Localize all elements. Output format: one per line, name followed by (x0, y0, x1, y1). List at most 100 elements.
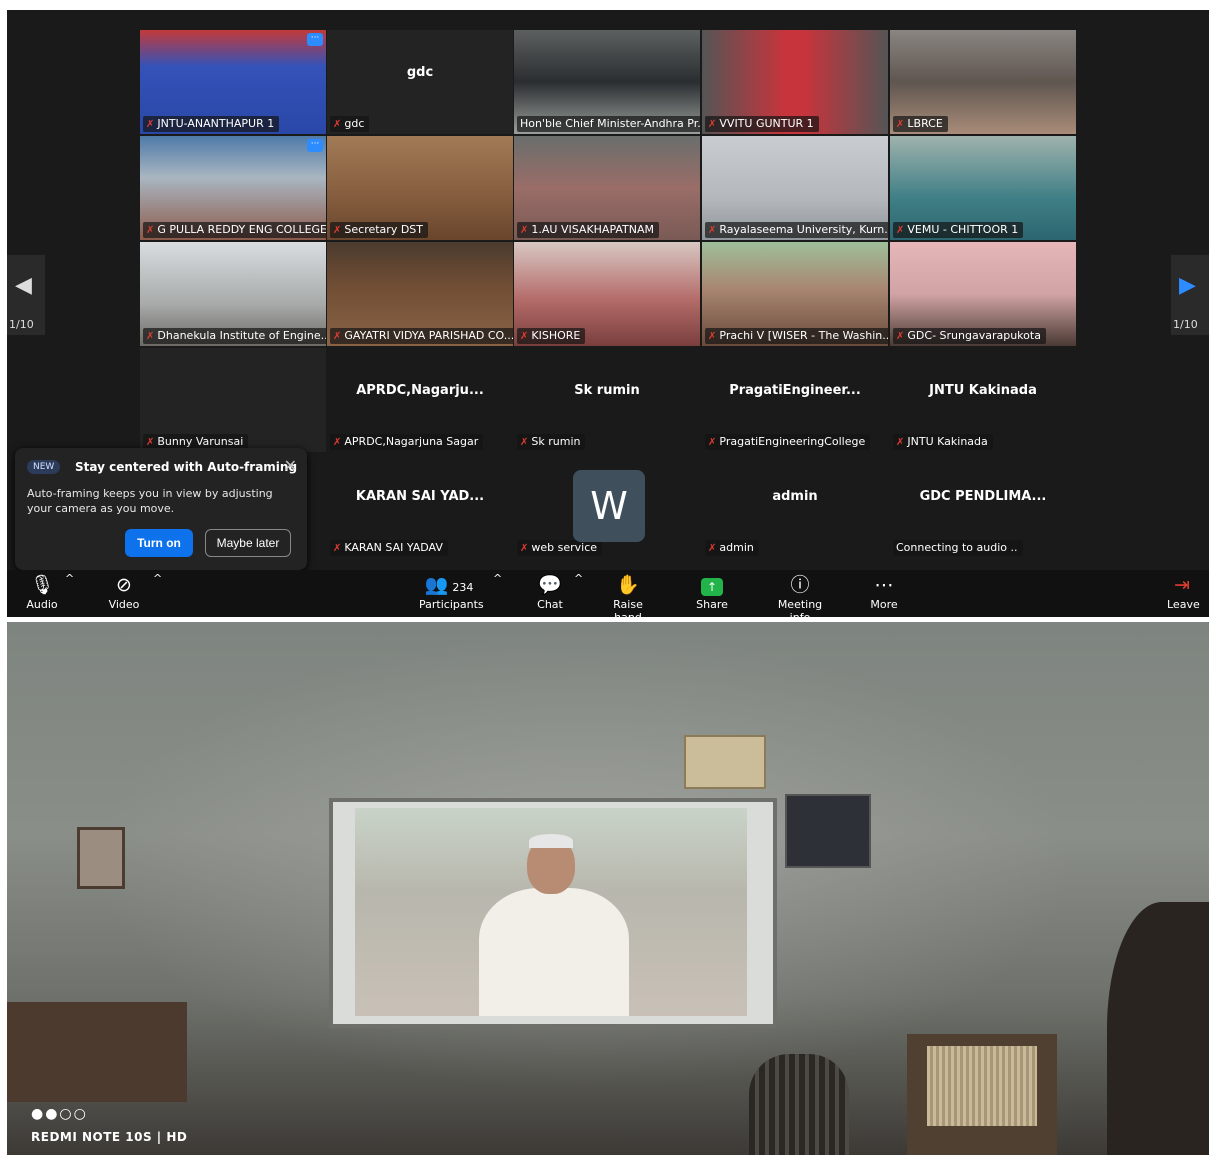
zoom-meeting-window: ··· ✗ JNTU-ANANTHAPUR 1 gdc ✗ gdc Hon'ble … (7, 10, 1209, 617)
share-button[interactable]: ↑ Share (695, 572, 729, 611)
mic-muted-icon: ✗ (896, 437, 905, 448)
participant-status: Connecting to audio .. (896, 541, 1018, 554)
next-page-button[interactable]: ▶ 1/10 (1171, 255, 1209, 335)
mic-muted-icon: ✗ (708, 331, 717, 342)
camera-logo-dots: ●●○○ (31, 1106, 88, 1122)
mic-muted-icon: ✗ (896, 225, 905, 236)
participant-tile[interactable]: ✗ Dhanekula Institute of Engine... (140, 242, 326, 346)
participants-label: Participants (419, 598, 484, 611)
participant-name: G PULLA REDDY ENG COLLEGE (157, 223, 326, 236)
participant-tile[interactable]: gdc ✗ gdc (327, 30, 513, 134)
participant-name: VEMU - CHITTOOR 1 (907, 223, 1019, 236)
chair (907, 1034, 1057, 1155)
video-button[interactable]: ⊘ Video (107, 572, 141, 611)
maybe-later-button[interactable]: Maybe later (205, 529, 291, 557)
participant-tile[interactable]: ✗ LBRCE (890, 30, 1076, 134)
participant-tile[interactable]: admin ✗ admin (702, 454, 888, 558)
chat-button[interactable]: 💬 Chat (535, 572, 565, 611)
mic-muted-icon: ✗ (146, 331, 155, 342)
page-indicator: 1/10 (1173, 318, 1198, 331)
leave-button[interactable]: ⇥ Leave (1167, 572, 1200, 611)
participant-tile[interactable]: ✗ 1.AU VISAKHAPATNAM (514, 136, 700, 240)
participant-tile[interactable]: ✗ VVITU GUNTUR 1 (702, 30, 888, 134)
participant-count: 234 (452, 581, 474, 594)
participant-name: Sk rumin (531, 435, 581, 448)
participant-name: KISHORE (531, 329, 581, 342)
chevron-right-icon: ▶ (1179, 273, 1196, 298)
participants-button[interactable]: 👥 234 Participants (419, 572, 484, 611)
mic-muted-icon: ✗ (896, 119, 905, 130)
meeting-info-label: Meeting info (777, 598, 823, 617)
mic-muted-icon: ✗ (333, 119, 342, 130)
participant-tile[interactable]: Sk rumin ✗ Sk rumin (514, 348, 700, 452)
leave-icon: ⇥ (1174, 574, 1190, 596)
raise-hand-button[interactable]: ✋ Raise hand (601, 572, 655, 617)
participant-tile[interactable]: PragatiEngineer... ✗ PragatiEngineeringCo… (702, 348, 888, 452)
new-badge: NEW (27, 460, 61, 474)
raise-hand-label: Raise hand (613, 598, 643, 617)
participant-tile[interactable]: ··· ✗ JNTU-ANANTHAPUR 1 (140, 30, 326, 134)
participant-display-name: PragatiEngineer... (729, 382, 861, 398)
participant-tile[interactable]: ✗ Secretary DST (327, 136, 513, 240)
share-label: Share (696, 598, 728, 611)
mic-muted-icon: ✗ (333, 331, 342, 342)
camera-watermark: REDMI NOTE 10S | HD (31, 1130, 188, 1144)
participant-tile[interactable]: APRDC,Nagarju... ✗ APRDC,Nagarjuna Sagar (327, 348, 513, 452)
participant-tile[interactable]: ✗ GDC- Srungavarapukota (890, 242, 1076, 346)
more-options-icon[interactable]: ··· (307, 139, 323, 152)
close-icon[interactable]: ✕ (284, 456, 297, 475)
auto-framing-popup: NEW Stay centered with Auto-framing ✕ Au… (15, 448, 307, 570)
more-label: More (870, 598, 898, 611)
info-icon: ⓘ (790, 574, 810, 596)
participant-tile[interactable]: JNTU Kakinada ✗ JNTU Kakinada (890, 348, 1076, 452)
notice-board (785, 794, 871, 868)
chevron-up-icon[interactable]: ^ (574, 572, 583, 585)
chevron-up-icon[interactable]: ^ (65, 572, 74, 585)
avatar: W (573, 470, 645, 542)
mic-muted-icon: ✗ (708, 543, 717, 554)
participant-tile[interactable]: ✗ Bunny Varunsai (140, 348, 326, 452)
participant-tile[interactable]: ✗ Prachi V [WISER - The Washin... (702, 242, 888, 346)
participant-tile[interactable]: ✗ VEMU - CHITTOOR 1 (890, 136, 1076, 240)
mic-muted-icon: ✗ (146, 225, 155, 236)
participant-tile-active-speaker[interactable]: Hon'ble Chief Minister-Andhra Pr... (514, 30, 700, 134)
meeting-info-button[interactable]: ⓘ Meeting info (767, 572, 833, 617)
mic-muted-icon: ✗ (146, 119, 155, 130)
participant-tile[interactable]: ✗ GAYATRI VIDYA PARISHAD CO... (327, 242, 513, 346)
audio-button[interactable]: 🎙 Audio (25, 572, 59, 611)
participant-display-name: APRDC,Nagarju... (356, 382, 484, 398)
participant-name: gdc (344, 117, 365, 130)
participant-display-name: GDC PENDLIMA... (919, 488, 1047, 504)
mic-muted-icon: ✗ (333, 437, 342, 448)
participant-display-name: KARAN SAI YAD... (355, 488, 485, 504)
chevron-up-icon[interactable]: ^ (153, 572, 162, 585)
mic-muted-icon: ✗ (896, 331, 905, 342)
video-off-icon: ⊘ (116, 574, 132, 596)
participant-name: Dhanekula Institute of Engine... (157, 329, 326, 342)
mic-muted-icon: ✗ (708, 437, 717, 448)
mic-muted-icon: ✗ (708, 225, 717, 236)
participant-name: GDC- Srungavarapukota (907, 329, 1041, 342)
participant-name: LBRCE (907, 117, 943, 130)
mic-muted-icon: ✗ (146, 437, 155, 448)
mic-muted-icon: ✗ (520, 543, 529, 554)
video-label: Video (108, 598, 140, 611)
participant-tile[interactable]: ✗ KISHORE (514, 242, 700, 346)
turn-on-button[interactable]: Turn on (125, 529, 193, 557)
participant-name: PragatiEngineeringCollege (719, 435, 866, 448)
participant-tile[interactable]: GDC PENDLIMA... Connecting to audio .. (890, 454, 1076, 558)
participant-tile[interactable]: ✗ Rayalaseema University, Kurn... (702, 136, 888, 240)
participant-tile[interactable]: KARAN SAI YAD... ✗ KARAN SAI YADAV (327, 454, 513, 558)
mic-muted-icon: ✗ (520, 437, 529, 448)
projected-video (355, 808, 747, 1016)
more-options-icon[interactable]: ··· (307, 33, 323, 46)
chevron-up-icon[interactable]: ^ (493, 572, 502, 585)
previous-page-button[interactable]: ◀ 1/10 (7, 255, 45, 335)
chair (749, 1054, 849, 1155)
chat-label: Chat (537, 598, 563, 611)
participant-display-name: JNTU Kakinada (929, 382, 1037, 398)
participant-name: Secretary DST (344, 223, 423, 236)
more-button[interactable]: ⋯ More (867, 572, 901, 611)
participant-tile[interactable]: ··· ✗ G PULLA REDDY ENG COLLEGE (140, 136, 326, 240)
mic-muted-icon: ✗ (520, 331, 529, 342)
